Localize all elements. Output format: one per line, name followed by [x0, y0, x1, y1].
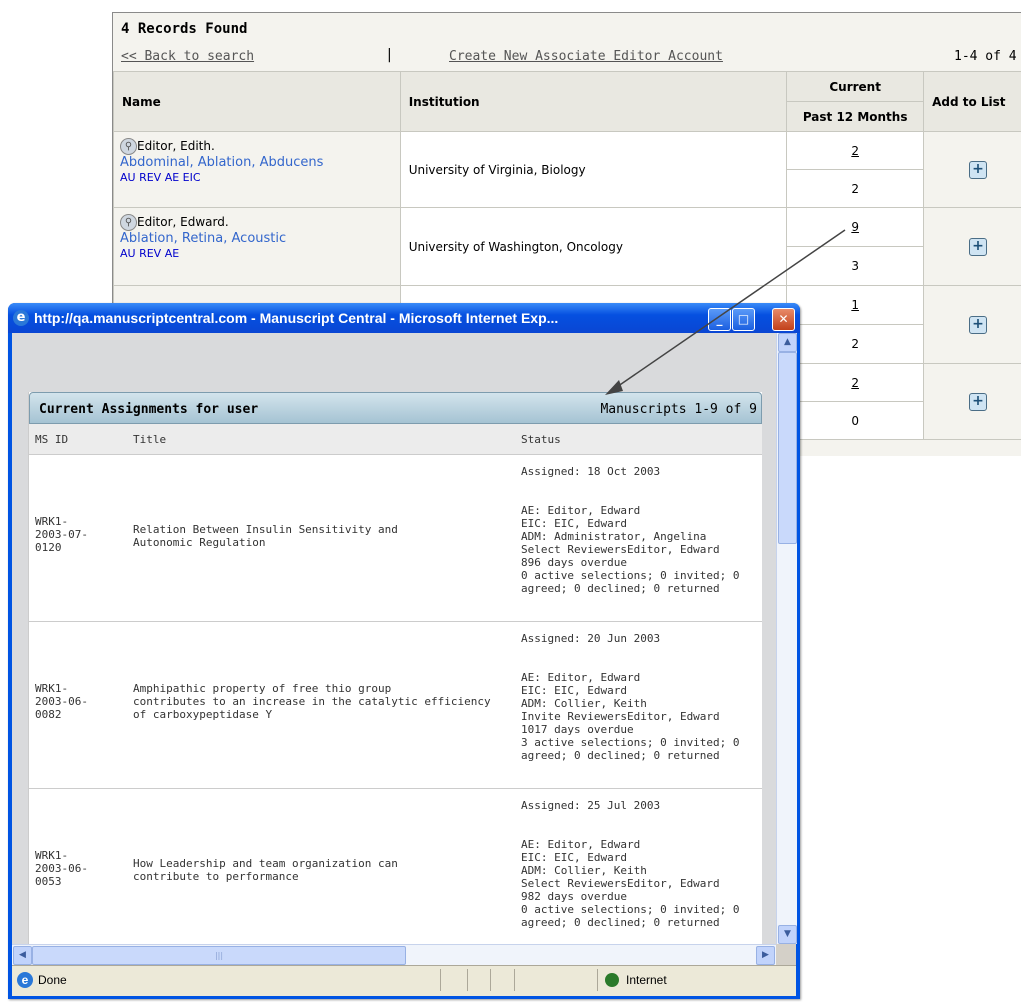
annotation-arrow	[605, 229, 846, 395]
